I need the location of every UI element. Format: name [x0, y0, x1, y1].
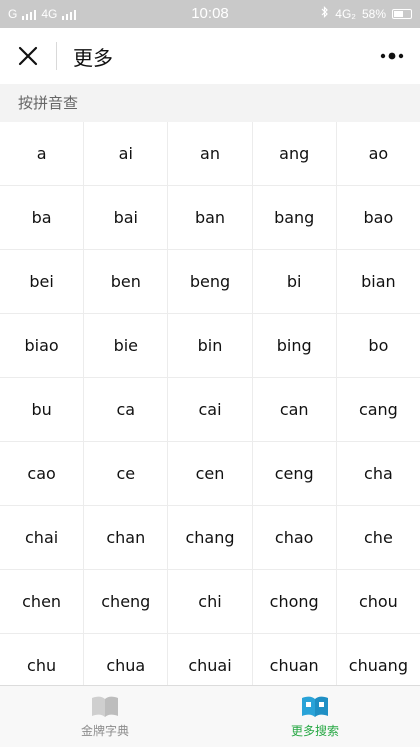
pinyin-cell[interactable]: bei [0, 250, 84, 313]
close-icon [18, 46, 38, 66]
tab-bar: 金牌字典 更多搜索 [0, 685, 420, 747]
pinyin-cell[interactable]: chang [168, 506, 252, 569]
pinyin-cell[interactable]: chua [84, 634, 168, 685]
more-button[interactable] [376, 42, 410, 70]
pinyin-cell[interactable]: a [0, 122, 84, 185]
pinyin-cell[interactable]: cheng [84, 570, 168, 633]
pinyin-cell[interactable]: cao [0, 442, 84, 505]
pinyin-cell[interactable]: cha [336, 442, 420, 505]
pinyin-cell[interactable]: an [168, 122, 252, 185]
pinyin-cell[interactable]: biao [0, 314, 84, 377]
pinyin-cell[interactable]: bo [336, 314, 420, 377]
pinyin-cell[interactable]: can [252, 378, 336, 441]
pinyin-cell[interactable]: cang [336, 378, 420, 441]
pinyin-cell[interactable]: che [336, 506, 420, 569]
pinyin-cell[interactable]: chuang [336, 634, 420, 685]
pinyin-cell[interactable]: chan [84, 506, 168, 569]
pinyin-cell[interactable]: ca [84, 378, 168, 441]
bluetooth-icon [321, 6, 329, 21]
network-type: 4G₂ [335, 6, 356, 21]
pinyin-cell[interactable]: bao [336, 186, 420, 249]
tab-label: 金牌字典 [80, 723, 129, 738]
pinyin-cell[interactable]: bu [0, 378, 84, 441]
section-title: 按拼音查 [0, 84, 420, 122]
pinyin-cell[interactable]: cai [168, 378, 252, 441]
pinyin-cell[interactable]: ang [252, 122, 336, 185]
pinyin-cell[interactable]: bie [84, 314, 168, 377]
pinyin-cell[interactable]: chuan [252, 634, 336, 685]
dictionary-book-icon [302, 696, 328, 717]
pinyin-cell[interactable]: bian [336, 250, 420, 313]
pinyin-cell[interactable]: chen [0, 570, 84, 633]
pinyin-cell[interactable]: ben [84, 250, 168, 313]
pinyin-cell[interactable]: chuai [168, 634, 252, 685]
pinyin-grid: a ai an ang ao ba bai ban bang bao bei ben beng bi bia… [0, 122, 420, 685]
pinyin-cell[interactable]: chi [168, 570, 252, 633]
pinyin-cell[interactable]: ce [84, 442, 168, 505]
tab-golden-dictionary[interactable]: 金牌字典 [0, 686, 210, 747]
pinyin-cell[interactable]: bang [252, 186, 336, 249]
pinyin-cell[interactable]: ai [84, 122, 168, 185]
battery-percent: 58% [361, 6, 386, 21]
pinyin-cell[interactable]: bai [84, 186, 168, 249]
pinyin-cell[interactable]: ao [336, 122, 420, 185]
close-button[interactable] [0, 28, 56, 84]
tab-label: 更多搜索 [290, 723, 339, 738]
pinyin-cell[interactable]: bi [252, 250, 336, 313]
pinyin-cell[interactable]: chu [0, 634, 84, 685]
pinyin-cell[interactable]: bin [168, 314, 252, 377]
more-dots-icon [380, 52, 404, 60]
page-title: 更多 [73, 45, 113, 70]
status-bar: G 4G 10:08 4G₂ 58% [0, 0, 420, 28]
pinyin-cell[interactable]: ban [168, 186, 252, 249]
pinyin-cell[interactable]: chou [336, 570, 420, 633]
battery-icon [392, 8, 412, 19]
pinyin-cell[interactable]: chai [0, 506, 84, 569]
pinyin-cell[interactable]: ceng [252, 442, 336, 505]
pinyin-cell[interactable]: beng [168, 250, 252, 313]
status-right: 4G₂ 58% [321, 6, 412, 21]
pinyin-cell[interactable]: chong [252, 570, 336, 633]
book-icon [92, 696, 118, 717]
tab-more-search[interactable]: 更多搜索 [210, 686, 420, 747]
pinyin-cell[interactable]: chao [252, 506, 336, 569]
nav-divider [56, 42, 57, 70]
nav-bar: 更多 [0, 28, 420, 84]
pinyin-cell[interactable]: cen [168, 442, 252, 505]
pinyin-cell[interactable]: ba [0, 186, 84, 249]
pinyin-cell[interactable]: bing [252, 314, 336, 377]
